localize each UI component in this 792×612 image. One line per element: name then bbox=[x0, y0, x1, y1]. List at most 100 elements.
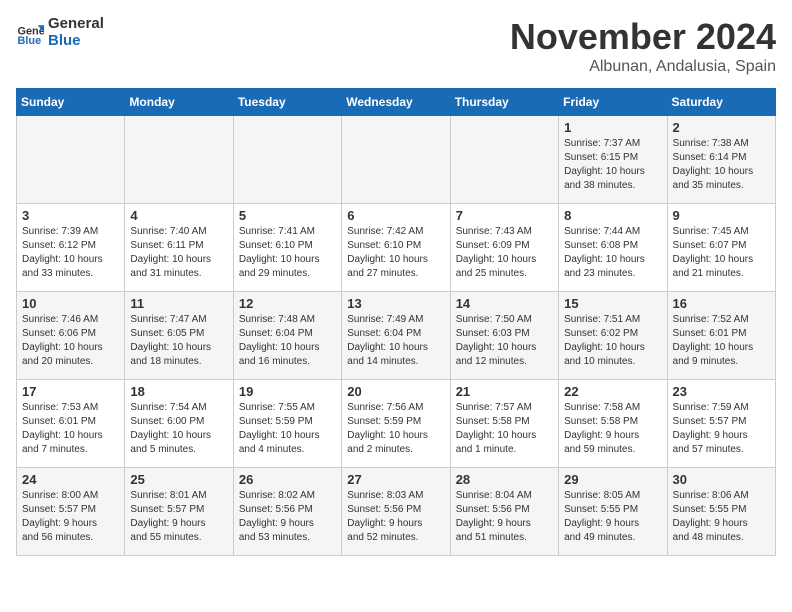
calendar-cell: 5 Sunrise: 7:41 AM Sunset: 6:10 PM Daylig… bbox=[233, 204, 341, 292]
calendar-cell: 6Sunrise: 7:42 AM Sunset: 6:10 PM Daylig… bbox=[342, 204, 450, 292]
calendar-cell: 27 Sunrise: 8:03 AM Sunset: 5:56 PM Dayli… bbox=[342, 468, 450, 556]
month-title: November 2024 bbox=[510, 16, 776, 58]
day-number: 10 bbox=[22, 296, 119, 311]
day-info: Sunrise: 7:45 AM Sunset: 6:07 PM Dayligh… bbox=[673, 225, 770, 281]
day-number: 30 bbox=[673, 472, 770, 487]
day-info: Sunrise: 8:00 AM Sunset: 5:57 PM Dayligh… bbox=[22, 489, 119, 545]
calendar-cell: 20 Sunrise: 7:56 AM Sunset: 5:59 PM Dayli… bbox=[342, 380, 450, 468]
day-info: Sunrise: 7:46 AM Sunset: 6:06 PM Dayligh… bbox=[22, 313, 119, 369]
svg-text:Blue: Blue bbox=[18, 34, 42, 46]
calendar-cell: 17 Sunrise: 7:53 AM Sunset: 6:01 PM Dayli… bbox=[17, 380, 125, 468]
calendar-cell bbox=[125, 116, 233, 204]
day-info: Sunrise: 7:44 AM Sunset: 6:08 PM Dayligh… bbox=[564, 225, 661, 281]
day-number: 5 bbox=[239, 208, 336, 223]
day-number: 9 bbox=[673, 208, 770, 223]
day-number: 14 bbox=[456, 296, 553, 311]
day-info: Sunrise: 7:39 AM Sunset: 6:12 PM Dayligh… bbox=[22, 225, 119, 281]
day-info: Sunrise: 7:51 AM Sunset: 6:02 PM Dayligh… bbox=[564, 313, 661, 369]
weekday-header-thursday: Thursday bbox=[450, 89, 558, 116]
calendar-cell: 18 Sunrise: 7:54 AM Sunset: 6:00 PM Dayli… bbox=[125, 380, 233, 468]
calendar-cell: 15Sunrise: 7:51 AM Sunset: 6:02 PM Dayli… bbox=[559, 292, 667, 380]
day-info: Sunrise: 7:52 AM Sunset: 6:01 PM Dayligh… bbox=[673, 313, 770, 369]
day-number: 25 bbox=[130, 472, 227, 487]
day-number: 3 bbox=[22, 208, 119, 223]
day-info: Sunrise: 8:02 AM Sunset: 5:56 PM Dayligh… bbox=[239, 489, 336, 545]
logo-line2: Blue bbox=[48, 33, 104, 50]
logo: General Blue General Blue bbox=[16, 16, 104, 49]
calendar-cell: 14 Sunrise: 7:50 AM Sunset: 6:03 PM Dayli… bbox=[450, 292, 558, 380]
day-info: Sunrise: 7:53 AM Sunset: 6:01 PM Dayligh… bbox=[22, 401, 119, 457]
calendar-cell: 10 Sunrise: 7:46 AM Sunset: 6:06 PM Dayli… bbox=[17, 292, 125, 380]
day-info: Sunrise: 7:59 AM Sunset: 5:57 PM Dayligh… bbox=[673, 401, 770, 457]
day-number: 16 bbox=[673, 296, 770, 311]
day-info: Sunrise: 7:56 AM Sunset: 5:59 PM Dayligh… bbox=[347, 401, 444, 457]
day-info: Sunrise: 8:03 AM Sunset: 5:56 PM Dayligh… bbox=[347, 489, 444, 545]
day-info: Sunrise: 8:01 AM Sunset: 5:57 PM Dayligh… bbox=[130, 489, 227, 545]
weekday-header-monday: Monday bbox=[125, 89, 233, 116]
calendar-cell: 13 Sunrise: 7:49 AM Sunset: 6:04 PM Dayli… bbox=[342, 292, 450, 380]
day-number: 23 bbox=[673, 384, 770, 399]
day-number: 1 bbox=[564, 120, 661, 135]
calendar-table: SundayMondayTuesdayWednesdayThursdayFrid… bbox=[16, 88, 776, 556]
day-info: Sunrise: 7:47 AM Sunset: 6:05 PM Dayligh… bbox=[130, 313, 227, 369]
day-number: 21 bbox=[456, 384, 553, 399]
day-info: Sunrise: 7:50 AM Sunset: 6:03 PM Dayligh… bbox=[456, 313, 553, 369]
calendar-cell: 29Sunrise: 8:05 AM Sunset: 5:55 PM Dayli… bbox=[559, 468, 667, 556]
day-number: 22 bbox=[564, 384, 661, 399]
day-number: 12 bbox=[239, 296, 336, 311]
location-title: Albunan, Andalusia, Spain bbox=[510, 58, 776, 76]
day-number: 18 bbox=[130, 384, 227, 399]
day-number: 17 bbox=[22, 384, 119, 399]
header: General Blue General Blue November 2024 … bbox=[16, 16, 776, 76]
calendar-cell: 30Sunrise: 8:06 AM Sunset: 5:55 PM Dayli… bbox=[667, 468, 775, 556]
day-info: Sunrise: 7:48 AM Sunset: 6:04 PM Dayligh… bbox=[239, 313, 336, 369]
weekday-header-saturday: Saturday bbox=[667, 89, 775, 116]
calendar-cell: 8Sunrise: 7:44 AM Sunset: 6:08 PM Daylig… bbox=[559, 204, 667, 292]
weekday-header-friday: Friday bbox=[559, 89, 667, 116]
day-info: Sunrise: 7:37 AM Sunset: 6:15 PM Dayligh… bbox=[564, 137, 661, 193]
calendar-cell: 12 Sunrise: 7:48 AM Sunset: 6:04 PM Dayli… bbox=[233, 292, 341, 380]
logo-line1: General bbox=[48, 16, 104, 33]
calendar-cell bbox=[17, 116, 125, 204]
day-number: 24 bbox=[22, 472, 119, 487]
calendar-cell bbox=[450, 116, 558, 204]
day-info: Sunrise: 7:38 AM Sunset: 6:14 PM Dayligh… bbox=[673, 137, 770, 193]
day-number: 4 bbox=[130, 208, 227, 223]
day-number: 7 bbox=[456, 208, 553, 223]
calendar-cell: 3 Sunrise: 7:39 AM Sunset: 6:12 PM Daylig… bbox=[17, 204, 125, 292]
day-info: Sunrise: 7:40 AM Sunset: 6:11 PM Dayligh… bbox=[130, 225, 227, 281]
title-area: November 2024 Albunan, Andalusia, Spain bbox=[510, 16, 776, 76]
day-info: Sunrise: 7:54 AM Sunset: 6:00 PM Dayligh… bbox=[130, 401, 227, 457]
calendar-cell: 16 Sunrise: 7:52 AM Sunset: 6:01 PM Dayli… bbox=[667, 292, 775, 380]
logo-icon: General Blue bbox=[16, 19, 44, 47]
day-info: Sunrise: 8:04 AM Sunset: 5:56 PM Dayligh… bbox=[456, 489, 553, 545]
day-info: Sunrise: 7:58 AM Sunset: 5:58 PM Dayligh… bbox=[564, 401, 661, 457]
day-number: 29 bbox=[564, 472, 661, 487]
calendar-cell: 21 Sunrise: 7:57 AM Sunset: 5:58 PM Dayli… bbox=[450, 380, 558, 468]
day-number: 20 bbox=[347, 384, 444, 399]
day-number: 11 bbox=[130, 296, 227, 311]
day-info: Sunrise: 7:43 AM Sunset: 6:09 PM Dayligh… bbox=[456, 225, 553, 281]
day-number: 13 bbox=[347, 296, 444, 311]
weekday-header-wednesday: Wednesday bbox=[342, 89, 450, 116]
day-number: 26 bbox=[239, 472, 336, 487]
calendar-cell bbox=[233, 116, 341, 204]
day-number: 28 bbox=[456, 472, 553, 487]
day-number: 19 bbox=[239, 384, 336, 399]
calendar-cell: 1 Sunrise: 7:37 AM Sunset: 6:15 PM Daylig… bbox=[559, 116, 667, 204]
day-info: Sunrise: 7:57 AM Sunset: 5:58 PM Dayligh… bbox=[456, 401, 553, 457]
day-number: 2 bbox=[673, 120, 770, 135]
weekday-header-tuesday: Tuesday bbox=[233, 89, 341, 116]
calendar-cell: 9 Sunrise: 7:45 AM Sunset: 6:07 PM Daylig… bbox=[667, 204, 775, 292]
day-number: 6 bbox=[347, 208, 444, 223]
day-info: Sunrise: 7:41 AM Sunset: 6:10 PM Dayligh… bbox=[239, 225, 336, 281]
calendar-cell: 19 Sunrise: 7:55 AM Sunset: 5:59 PM Dayli… bbox=[233, 380, 341, 468]
day-info: Sunrise: 7:49 AM Sunset: 6:04 PM Dayligh… bbox=[347, 313, 444, 369]
calendar-cell: 25 Sunrise: 8:01 AM Sunset: 5:57 PM Dayli… bbox=[125, 468, 233, 556]
calendar-cell: 7 Sunrise: 7:43 AM Sunset: 6:09 PM Daylig… bbox=[450, 204, 558, 292]
weekday-header-sunday: Sunday bbox=[17, 89, 125, 116]
calendar-cell: 2 Sunrise: 7:38 AM Sunset: 6:14 PM Daylig… bbox=[667, 116, 775, 204]
calendar-cell: 28 Sunrise: 8:04 AM Sunset: 5:56 PM Dayli… bbox=[450, 468, 558, 556]
day-number: 27 bbox=[347, 472, 444, 487]
day-info: Sunrise: 7:55 AM Sunset: 5:59 PM Dayligh… bbox=[239, 401, 336, 457]
